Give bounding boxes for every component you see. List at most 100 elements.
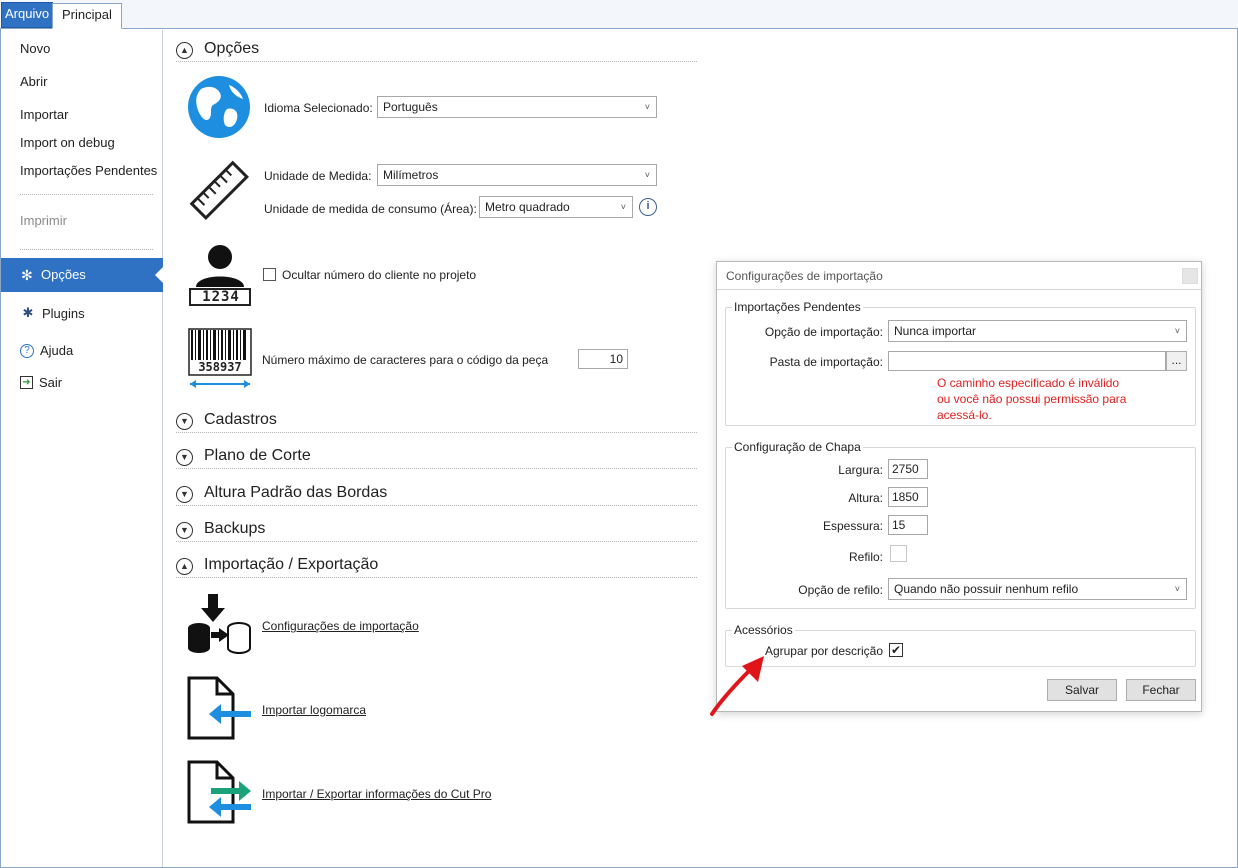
trim-option-value: Quando não possuir nenhum refilo [894,582,1079,596]
menu-importacoes-pendentes[interactable]: Importações Pendentes [20,163,157,178]
menu-novo[interactable]: Novo [20,41,50,56]
import-option-value: Nunca importar [894,324,977,338]
dialog-titlebar: Configurações de importação [717,262,1201,290]
gear-icon: ✻ [21,267,33,283]
ribbon-bar: Arquivo Principal [0,0,1238,29]
dialog-title: Configurações de importação [726,269,883,283]
chevron-down-icon: ˅ [644,170,650,180]
barcode-number: 358937 [198,360,242,374]
section-plano-de-corte[interactable]: ▼ Plano de Corte [176,447,697,469]
section-title: Importação / Exportação [204,556,379,573]
unit-select[interactable]: Milímetros ˅ [377,164,657,186]
chevron-up-icon: ▲ [176,558,193,575]
language-value: Português [383,100,438,114]
menu-importar[interactable]: Importar [20,107,68,122]
save-button[interactable]: Salvar [1047,679,1117,701]
tab-principal[interactable]: Principal [52,3,122,29]
link-importar-exportar-cutpro[interactable]: Importar / Exportar informações do Cut P… [262,787,491,801]
import-export-file-icon [187,760,251,824]
backstage-sidebar: Novo Abrir Importar Import on debug Impo… [1,30,164,867]
menu-imprimir[interactable]: Imprimir [20,213,67,228]
height-input[interactable]: 1850 [888,487,928,507]
section-title: Cadastros [204,411,277,428]
globe-icon [188,76,250,138]
menu-abrir[interactable]: Abrir [20,74,47,89]
consumption-label: Unidade de medida de consumo (Área): [264,202,477,216]
width-label: Largura: [838,463,883,477]
menu-plugins-label: Plugins [42,305,85,321]
hide-client-label: Ocultar número do cliente no projeto [282,268,477,282]
error-line-3: acessá-lo. [937,408,992,422]
group-title: Importações Pendentes [732,300,863,314]
folder-input[interactable] [888,351,1166,371]
chevron-down-icon: ▼ [176,486,193,503]
exit-icon: ➜ [20,376,33,389]
menu-sair[interactable]: ➜ Sair [20,375,62,390]
group-title: Configuração de Chapa [732,440,863,454]
error-line-2: ou você não possui permissão para [937,392,1127,406]
active-notch [155,266,164,284]
trim-option-select[interactable]: Quando não possuir nenhum refilo ˅ [888,578,1187,600]
language-select[interactable]: Português ˅ [377,96,657,118]
chevron-up-icon: ▲ [176,42,193,59]
folder-label: Pasta de importação: [769,355,883,369]
import-database-icon [188,594,251,654]
menu-plugins[interactable]: ✱ Plugins [20,305,85,321]
unit-value: Milímetros [383,168,439,182]
section-backups[interactable]: ▼ Backups [176,520,697,542]
trim-label: Refilo: [848,550,883,564]
chevron-down-icon: ▼ [176,413,193,430]
trim-option-label: Opção de refilo: [798,583,883,597]
section-title: Backups [204,520,266,537]
divider [20,194,153,195]
ruler-icon [189,160,249,220]
max-chars-input[interactable]: 10 [578,349,628,369]
trim-checkbox[interactable] [890,545,907,562]
tab-arquivo[interactable]: Arquivo [1,2,54,28]
link-importar-logomarca[interactable]: Importar logomarca [262,703,366,717]
chevron-down-icon: ˅ [1174,326,1180,336]
menu-import-on-debug[interactable]: Import on debug [20,135,115,150]
close-button[interactable]: Fechar [1126,679,1196,701]
section-altura-padrao[interactable]: ▼ Altura Padrão das Bordas [176,484,697,506]
section-opcoes[interactable]: ▲ Opções [176,40,697,62]
section-title: Plano de Corte [204,447,311,464]
consumption-value: Metro quadrado [485,200,570,214]
section-title: Opções [204,40,260,57]
help-icon: ? [20,343,34,358]
browse-button[interactable]: ... [1166,351,1187,371]
menu-opcoes[interactable]: ✻ Opções [1,258,164,292]
width-input[interactable]: 2750 [888,459,928,479]
link-configuracoes-importacao[interactable]: Configurações de importação [262,619,419,633]
max-chars-label: Número máximo de caracteres para o códig… [262,353,549,367]
consumption-select[interactable]: Metro quadrado ˅ [479,196,633,218]
chevron-down-icon: ▼ [176,449,193,466]
puzzle-icon: ✱ [22,305,34,320]
menu-ajuda-label: Ajuda [40,343,74,358]
section-importacao-exportacao[interactable]: ▲ Importação / Exportação [176,556,697,578]
import-option-select[interactable]: Nunca importar ˅ [888,320,1187,342]
hide-client-checkbox[interactable] [263,268,276,281]
chevron-down-icon: ˅ [620,202,626,212]
section-title: Altura Padrão das Bordas [204,484,388,501]
group-title: Acessórios [732,623,795,637]
thickness-input[interactable]: 15 [888,515,928,535]
info-icon[interactable]: i [639,198,657,216]
menu-ajuda[interactable]: ? Ajuda [20,343,73,358]
chevron-down-icon: ▼ [176,522,193,539]
menu-sair-label: Sair [39,375,63,390]
chevron-down-icon: ˅ [644,102,650,112]
client-badge: 1234 [202,289,240,305]
chevron-down-icon: ˅ [1174,584,1180,594]
import-option-label: Opção de importação: [764,325,883,339]
error-line-1: O caminho especificado é inválido [937,376,1120,390]
section-cadastros[interactable]: ▼ Cadastros [176,411,697,433]
annotation-arrow-icon [710,656,764,716]
unit-label: Unidade de Medida: [264,169,372,183]
height-label: Altura: [848,491,883,505]
import-file-icon [187,676,251,740]
import-settings-dialog: Configurações de importação Importações … [716,261,1202,712]
close-icon[interactable] [1182,268,1198,284]
menu-opcoes-label: Opções [41,267,86,282]
group-by-checkbox[interactable]: ✔ [889,643,903,657]
